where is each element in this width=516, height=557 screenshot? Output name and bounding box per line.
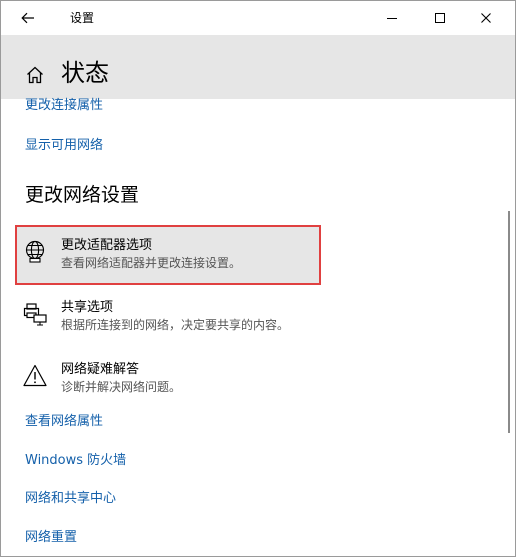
close-button[interactable] <box>466 5 506 31</box>
warning-triangle-icon <box>23 364 47 387</box>
minimize-icon <box>387 18 397 19</box>
title-bar: 设置 <box>1 1 515 35</box>
home-icon[interactable] <box>25 65 45 85</box>
option-title: 网络疑难解答 <box>61 362 140 377</box>
arrow-left-icon <box>21 12 34 24</box>
option-title: 共享选项 <box>61 300 114 315</box>
settings-content: 更改连接属性 显示可用网络 更改网络设置 更改适配器选项 查看网络适配器并更改连… <box>1 97 515 556</box>
option-title: 更改适配器选项 <box>61 238 153 253</box>
network-adapter-globe-icon <box>25 240 45 263</box>
close-icon <box>481 13 491 23</box>
back-button[interactable] <box>15 6 41 30</box>
sharing-printer-icon <box>23 303 47 326</box>
page-title: 状态 <box>61 59 109 87</box>
settings-window: 设置 状态 更改连接属性 显示可用网络 更改网络设置 更改适配器选项 查看网络适… <box>0 0 516 557</box>
option-sharing[interactable]: 共享选项 根据所连接到的网络，决定要共享的内容。 <box>15 287 321 347</box>
page-header: 状态 <box>1 35 515 99</box>
minimize-button[interactable] <box>372 5 412 31</box>
scrollbar[interactable] <box>508 211 510 433</box>
maximize-button[interactable] <box>420 5 460 31</box>
option-change-adapter[interactable]: 更改适配器选项 查看网络适配器并更改连接设置。 <box>15 225 321 285</box>
link-show-available-networks[interactable]: 显示可用网络 <box>25 137 103 155</box>
option-description: 诊断并解决网络问题。 <box>61 380 182 394</box>
link-network-reset[interactable]: 网络重置 <box>25 529 77 547</box>
option-description: 根据所连接到的网络，决定要共享的内容。 <box>61 318 290 332</box>
link-windows-firewall[interactable]: Windows 防火墙 <box>25 452 126 470</box>
option-description: 查看网络适配器并更改连接设置。 <box>61 256 242 270</box>
maximize-icon <box>435 13 445 23</box>
link-change-connection-properties[interactable]: 更改连接属性 <box>25 97 103 115</box>
option-troubleshoot[interactable]: 网络疑难解答 诊断并解决网络问题。 <box>15 349 321 409</box>
window-title: 设置 <box>70 11 95 25</box>
section-heading: 更改网络设置 <box>25 184 140 206</box>
link-view-network-properties[interactable]: 查看网络属性 <box>25 413 103 431</box>
link-network-sharing-center[interactable]: 网络和共享中心 <box>25 490 116 508</box>
